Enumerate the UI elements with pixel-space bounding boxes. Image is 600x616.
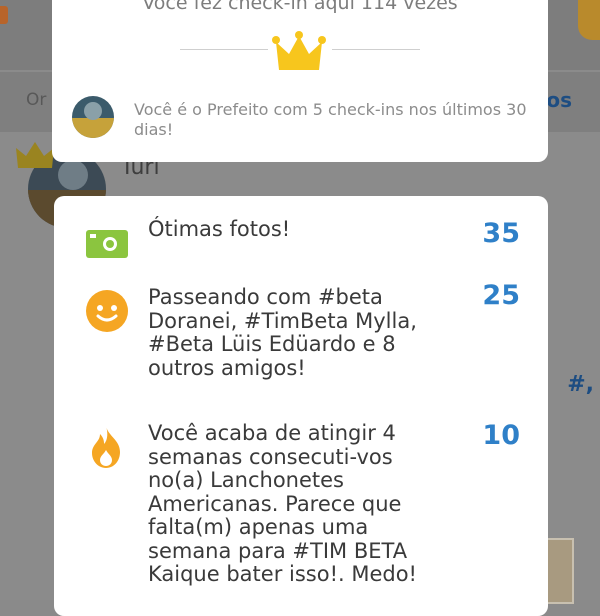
divider-right bbox=[332, 49, 420, 50]
background-corner-badge bbox=[578, 0, 600, 40]
camera-icon bbox=[86, 230, 128, 258]
mayor-avatar bbox=[72, 96, 114, 138]
points-value: 25 bbox=[482, 280, 520, 311]
points-value: 35 bbox=[482, 218, 520, 249]
divider-left bbox=[180, 49, 268, 50]
points-item-text: Ótimas fotos! bbox=[148, 217, 291, 241]
background-tab-right: os bbox=[546, 88, 572, 112]
flame-icon bbox=[92, 426, 120, 468]
background-hashtag: #, bbox=[567, 372, 594, 397]
crown-icon bbox=[272, 31, 326, 70]
points-card: Ótimas fotos! 35 Passeando com #beta Dor… bbox=[54, 196, 548, 616]
background-crown-icon bbox=[16, 142, 54, 168]
checkin-count-text: Você fez check-in aqui 114 vezes bbox=[142, 0, 458, 14]
mayor-card: Você fez check-in aqui 114 vezes Você é … bbox=[52, 0, 548, 162]
background-tab-left: Or bbox=[26, 90, 47, 110]
friends-face-icon bbox=[86, 290, 128, 332]
mayor-status-text: Você é o Prefeito com 5 check-ins nos úl… bbox=[134, 100, 527, 139]
points-item-text: Passeando com #beta Doranei, #TimBeta My… bbox=[148, 285, 417, 380]
points-item-text: Você acaba de atingir 4 semanas consecut… bbox=[148, 421, 417, 586]
points-value: 10 bbox=[482, 420, 520, 451]
background-badge bbox=[0, 6, 8, 24]
